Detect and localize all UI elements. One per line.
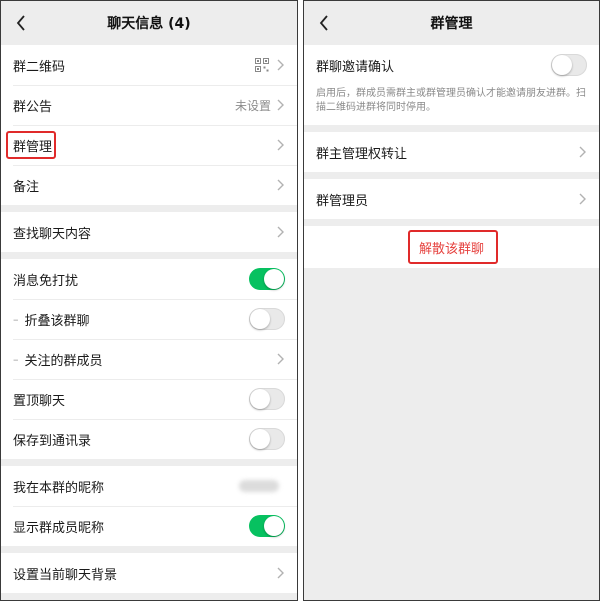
row-label: 备注 — [13, 179, 40, 195]
row-pin-chat: 置顶聊天 — [1, 379, 297, 419]
chat-info-navbar: 聊天信息 (4) — [1, 1, 297, 45]
row-group-notice[interactable]: 群公告 未设置 — [1, 85, 297, 125]
toggle-knob — [250, 309, 270, 329]
row-remark[interactable]: 备注 — [1, 165, 297, 205]
row-my-nickname[interactable]: 我在本群的昵称 — [1, 466, 297, 506]
dissolve-group-button[interactable]: 解散该群聊 — [419, 238, 484, 257]
row-transfer-owner[interactable]: 群主管理权转让 — [304, 132, 599, 172]
chevron-right-icon — [277, 59, 285, 71]
row-followed-members[interactable]: – 关注的群成员 — [1, 339, 297, 379]
section-separator — [304, 219, 599, 226]
toggle-knob — [250, 389, 270, 409]
row-save-contacts: 保存到通讯录 — [1, 419, 297, 459]
pin-toggle[interactable] — [249, 388, 285, 410]
page-title: 聊天信息 (4) — [107, 16, 191, 32]
back-arrow-icon[interactable] — [11, 13, 31, 33]
row-group-qrcode[interactable]: 群二维码 — [1, 45, 297, 85]
sub-item-dash: – — [13, 352, 19, 366]
section-separator — [304, 125, 599, 132]
row-label: 群管理员 — [316, 193, 369, 209]
row-mute-notifications: 消息免打扰 — [1, 259, 297, 299]
chevron-right-icon — [277, 99, 285, 111]
row-label: 关注的群成员 — [24, 353, 103, 369]
row-label: 群聊邀请确认 — [316, 59, 395, 75]
chevron-right-icon — [277, 567, 285, 579]
sub-item-dash: – — [13, 312, 19, 326]
row-group-admins[interactable]: 群管理员 — [304, 179, 599, 219]
row-label: 折叠该群聊 — [24, 313, 90, 329]
row-fold-chat: – 折叠该群聊 — [1, 299, 297, 339]
section-separator — [304, 172, 599, 179]
group-manage-navbar: 群管理 — [304, 1, 599, 45]
row-label: 群主管理权转让 — [316, 146, 408, 162]
chevron-right-icon — [579, 146, 587, 158]
section-separator — [1, 205, 297, 212]
notice-value: 未设置 — [234, 98, 271, 113]
chat-info-panel: 聊天信息 (4) 群二维码 群公告 未设置 群管理 备注 查找聊天内容 消息免打… — [0, 0, 298, 601]
group-manage-panel: 群管理 群聊邀请确认 启用后，群成员需群主或群管理员确认才能邀请朋友进群。扫描二… — [303, 0, 600, 601]
row-label: 查找聊天内容 — [13, 226, 92, 242]
toggle-knob — [264, 269, 284, 289]
row-label: 设置当前聊天背景 — [13, 567, 118, 583]
row-invite-confirm: 群聊邀请确认 — [304, 45, 599, 85]
nickname-section: 我在本群的昵称 显示群成员昵称 — [1, 466, 297, 546]
row-label: 置顶聊天 — [13, 393, 66, 409]
toggle-knob — [250, 429, 270, 449]
dissolve-group-section: 解散该群聊 — [304, 226, 599, 268]
background-section: 设置当前聊天背景 — [1, 553, 297, 593]
qrcode-icon — [255, 58, 269, 72]
blurred-nickname — [239, 480, 279, 492]
page-title: 群管理 — [430, 16, 473, 32]
settings-section: 消息免打扰 – 折叠该群聊 – 关注的群成员 置顶聊天 保存到通讯录 — [1, 259, 297, 459]
save-contacts-toggle[interactable] — [249, 428, 285, 450]
chevron-right-icon — [277, 179, 285, 191]
chevron-right-icon — [277, 353, 285, 365]
fold-toggle[interactable] — [249, 308, 285, 330]
row-chat-background[interactable]: 设置当前聊天背景 — [1, 553, 297, 593]
row-show-nicknames: 显示群成员昵称 — [1, 506, 297, 546]
row-label: 群公告 — [13, 99, 53, 115]
toggle-knob — [264, 516, 284, 536]
show-nicknames-toggle[interactable] — [249, 515, 285, 537]
row-label: 保存到通讯录 — [13, 433, 92, 449]
back-arrow-icon[interactable] — [314, 13, 334, 33]
admins-section: 群管理员 — [304, 179, 599, 219]
chevron-right-icon — [579, 193, 587, 205]
section-separator — [1, 546, 297, 553]
section-separator — [1, 252, 297, 259]
invite-confirm-description: 启用后，群成员需群主或群管理员确认才能邀请朋友进群。扫描二维码进群将同时停用。 — [304, 85, 599, 125]
row-label: 群管理 — [13, 139, 53, 155]
search-section: 查找聊天内容 — [1, 212, 297, 252]
mute-toggle[interactable] — [249, 268, 285, 290]
transfer-section: 群主管理权转让 — [304, 132, 599, 172]
row-search-history[interactable]: 查找聊天内容 — [1, 212, 297, 252]
chevron-right-icon — [277, 226, 285, 238]
invite-confirm-section: 群聊邀请确认 启用后，群成员需群主或群管理员确认才能邀请朋友进群。扫描二维码进群… — [304, 45, 599, 125]
row-label: 显示群成员昵称 — [13, 520, 105, 536]
row-group-manage[interactable]: 群管理 — [1, 125, 297, 165]
group-basic-section: 群二维码 群公告 未设置 群管理 备注 — [1, 45, 297, 205]
row-label: 群二维码 — [13, 59, 66, 75]
row-label: 消息免打扰 — [13, 273, 79, 289]
row-label: 我在本群的昵称 — [13, 480, 105, 496]
section-separator — [1, 459, 297, 466]
invite-confirm-toggle[interactable] — [551, 54, 587, 76]
chevron-right-icon — [277, 139, 285, 151]
toggle-knob — [552, 55, 572, 75]
